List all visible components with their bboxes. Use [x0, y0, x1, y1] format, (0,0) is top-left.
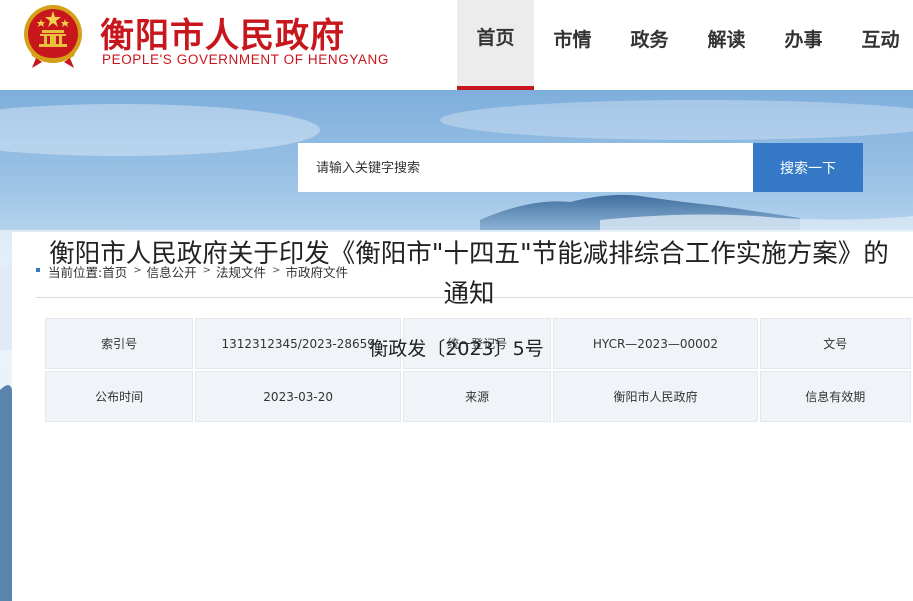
search-button[interactable]: 搜索一下: [753, 143, 863, 192]
national-emblem-icon[interactable]: [22, 4, 84, 70]
nav-item-interaction[interactable]: 互动: [842, 0, 913, 90]
document-number: 衡政发〔2023〕5号: [369, 338, 544, 360]
validity-label: 信息有效期: [759, 371, 911, 422]
publish-date-value: 2023-03-20: [195, 371, 401, 422]
document-info-table: 索引号 1312312345/2023-28659 统一登记号 HYCR—202…: [43, 316, 913, 424]
nav-item-city-info[interactable]: 市情: [534, 0, 611, 90]
source-label: 来源: [402, 371, 552, 422]
search-input[interactable]: [298, 143, 753, 192]
nav-item-interpretation[interactable]: 解读: [688, 0, 765, 90]
nav-item-government-affairs[interactable]: 政务: [611, 0, 688, 90]
document-title: 衡阳市人民政府关于印发《衡阳市"十四五"节能减排综合工作实施方案》的通知: [49, 239, 889, 309]
nav-item-services[interactable]: 办事: [765, 0, 842, 90]
site-title: 衡阳市人民政府: [100, 16, 345, 56]
nav-item-home[interactable]: 首页: [457, 0, 534, 90]
table-row: 公布时间 2023-03-20 来源 衡阳市人民政府 信息有效期: [45, 371, 911, 422]
main-nav: 首页 市情 政务 解读 办事 互动: [457, 0, 913, 90]
publish-date-label: 公布时间: [45, 371, 194, 422]
site-header: 衡阳市人民政府 PEOPLE'S GOVERNMENT OF HENGYANG …: [0, 0, 913, 90]
site-subtitle: PEOPLE'S GOVERNMENT OF HENGYANG: [102, 52, 389, 67]
source-value: 衡阳市人民政府: [553, 371, 758, 422]
